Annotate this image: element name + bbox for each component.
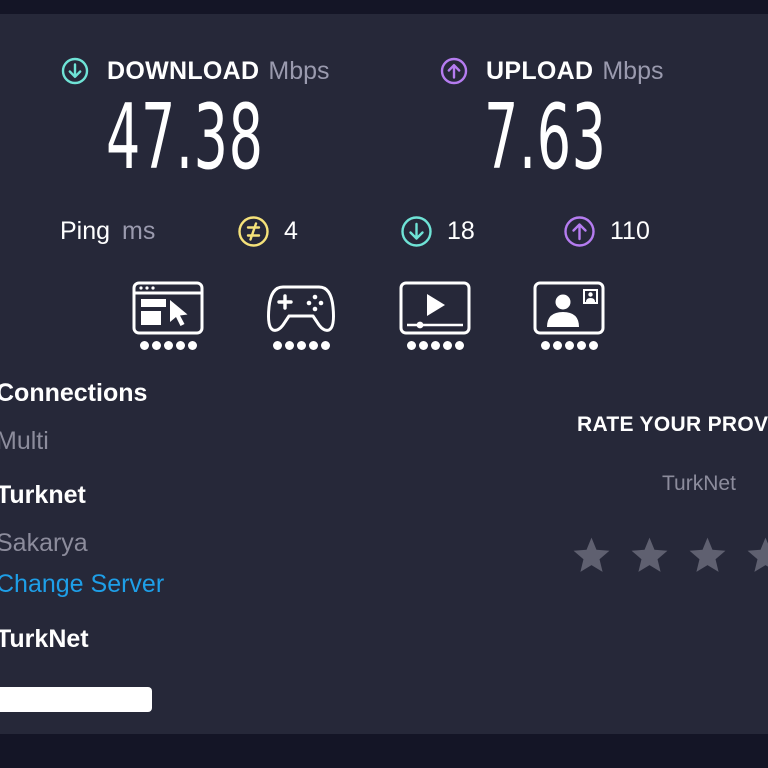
web-browsing-icon	[132, 281, 204, 335]
ping-label: Ping	[60, 216, 111, 245]
rating-dot	[454, 341, 464, 350]
upload-arrow-icon	[440, 57, 468, 85]
upload-header: UPLOAD Mbps	[440, 54, 664, 88]
ping-idle-icon	[238, 215, 269, 247]
download-unit: Mbps	[268, 56, 330, 85]
download-label: DOWNLOAD	[107, 56, 260, 85]
ping-idle: 4	[237, 212, 298, 250]
download-speed-value: 47.38	[106, 85, 264, 190]
upload-label: UPLOAD	[486, 56, 594, 85]
download-arrow-icon	[61, 57, 89, 85]
ping-label-group: Ping ms	[60, 212, 155, 250]
star-4-icon[interactable]	[745, 535, 768, 576]
rating-dot	[588, 341, 598, 350]
ping-upload-icon	[564, 215, 595, 247]
star-1-icon[interactable]	[571, 535, 612, 576]
rating-dot	[163, 341, 173, 350]
rate-provider-title: RATE YOUR PROVIDER	[577, 413, 768, 436]
rating-dot	[576, 341, 586, 350]
rating-dot	[442, 341, 452, 350]
video-chat-icon	[533, 281, 605, 335]
rating-dot	[540, 341, 550, 350]
bottom-bar	[0, 734, 768, 768]
upload-speed-value: 7.63	[484, 85, 607, 190]
video-chat-rating	[533, 341, 605, 350]
use-case-gaming[interactable]	[265, 281, 337, 359]
rating-dot	[175, 341, 185, 350]
rating-dot	[187, 341, 197, 350]
rating-dot	[284, 341, 294, 350]
ping-download-value: 18	[447, 216, 475, 245]
rating-dot	[139, 341, 149, 350]
connections-value: Multi	[0, 427, 49, 455]
server-location: Sakarya	[0, 529, 88, 557]
use-case-video-chat[interactable]	[533, 281, 605, 359]
rating-dot	[272, 341, 282, 350]
use-case-video-streaming[interactable]	[399, 281, 471, 359]
ping-upload-value: 110	[610, 216, 650, 245]
video-streaming-icon	[399, 281, 471, 335]
rating-dot	[564, 341, 574, 350]
rating-dot	[418, 341, 428, 350]
change-server-link[interactable]: Change Server	[0, 570, 164, 599]
video-streaming-rating	[399, 341, 471, 350]
upload-unit: Mbps	[602, 56, 664, 85]
rating-dot	[320, 341, 330, 350]
rating-dot	[406, 341, 416, 350]
gaming-icon	[267, 285, 335, 332]
ping-download-icon	[401, 215, 432, 247]
isp-input-bar[interactable]	[0, 687, 152, 712]
web-browsing-rating	[132, 341, 204, 350]
isp-name: TurkNet	[0, 625, 89, 653]
ping-upload: 110	[563, 212, 650, 250]
star-3-icon[interactable]	[687, 535, 728, 576]
use-case-web-browsing[interactable]	[132, 281, 204, 359]
server-name: Turknet	[0, 481, 86, 509]
rating-dot	[552, 341, 562, 350]
ping-download: 18	[400, 212, 475, 250]
rating-dot	[151, 341, 161, 350]
rating-dot	[308, 341, 318, 350]
ping-unit: ms	[122, 216, 156, 245]
rating-dot	[430, 341, 440, 350]
star-2-icon[interactable]	[629, 535, 670, 576]
results-panel: DOWNLOAD Mbps 47.38 UPLOAD Mbps 7.63 Pin…	[0, 14, 768, 734]
rate-provider-name: TurkNet	[662, 472, 736, 495]
connections-label: Connections	[0, 379, 148, 407]
star-rating	[571, 535, 768, 576]
rating-dot	[296, 341, 306, 350]
download-header: DOWNLOAD Mbps	[61, 54, 330, 88]
ping-idle-value: 4	[284, 216, 298, 245]
gaming-rating	[265, 341, 337, 350]
